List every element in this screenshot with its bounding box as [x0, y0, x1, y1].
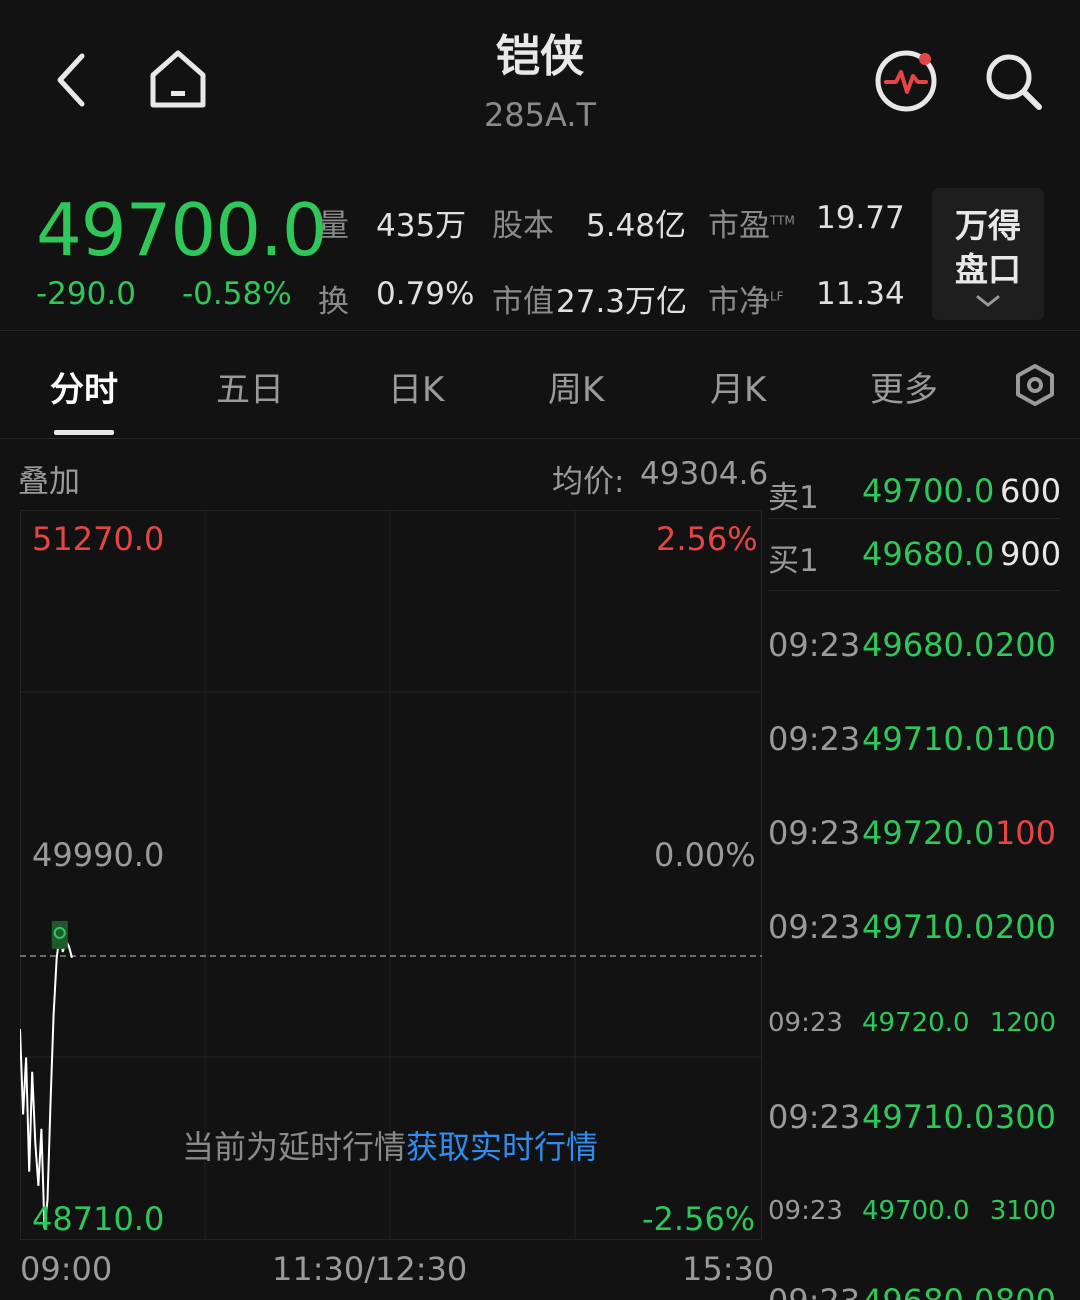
last-price: 49700.0	[36, 188, 328, 272]
tick-qty: 100	[994, 814, 1056, 852]
market-cap-label: 市值	[492, 284, 554, 320]
y-max-label: 51270.0	[32, 520, 165, 558]
tick-time: 09:23	[768, 1098, 861, 1136]
overlay-button[interactable]: 叠加	[18, 456, 80, 501]
pb-label: 市净LF	[708, 276, 784, 321]
tab-daily-k[interactable]: 日K	[388, 362, 444, 411]
delay-notice: 当前为延时行情获取实时行情	[20, 1122, 760, 1168]
order-book-ask-1: 卖1 49700.0 600	[768, 472, 1062, 522]
pb-value: 11.34	[816, 276, 905, 312]
chevron-down-icon	[976, 295, 1000, 307]
activity-pulse-icon	[875, 50, 937, 112]
avg-price-value: 49304.6	[640, 456, 769, 492]
turnover-value: 0.79%	[376, 276, 475, 312]
tick-time: 09:23	[768, 1282, 860, 1300]
tab-weekly-k[interactable]: 周K	[548, 362, 604, 411]
tick-qty: 3100	[989, 1196, 1056, 1226]
price-change-percent: -0.58%	[182, 276, 292, 312]
ticks-divider	[768, 590, 1060, 591]
tick-qty: 800	[995, 1282, 1056, 1300]
shares-label: 股本	[492, 208, 554, 244]
tick-price: 49720.0	[862, 1008, 970, 1038]
y-mid-pct-label: 0.00%	[654, 836, 756, 874]
avg-price-label: 均价:	[552, 464, 625, 500]
tick-price: 49710.0	[862, 720, 995, 758]
market-cap-value: 27.3万亿	[556, 284, 688, 320]
turnover-label: 换	[318, 284, 349, 320]
tick-price: 49710.0	[862, 908, 995, 946]
tick-price: 49700.0	[862, 1196, 970, 1226]
tick-time: 09:23	[768, 626, 861, 664]
y-min-label: 48710.0	[32, 1200, 165, 1238]
quote-divider	[0, 330, 1080, 331]
search-icon	[986, 54, 1042, 110]
wind-button-line1: 万得	[955, 206, 1021, 245]
search-button[interactable]	[976, 44, 1052, 120]
shares-value: 5.48亿	[586, 208, 687, 244]
y-min-pct-label: -2.56%	[642, 1200, 756, 1238]
wind-button-line2: 盘口	[955, 250, 1021, 289]
tick-price: 49710.0	[862, 1098, 995, 1136]
tick-price: 49720.0	[862, 814, 995, 852]
pe-sup: TTM	[770, 213, 795, 228]
y-mid-label: 49990.0	[32, 836, 165, 874]
pb-sup: LF	[770, 289, 784, 304]
stock-detail-page: 铠侠 285A.T 49700.0 -290.0 -0.58% 量 435万 股…	[0, 0, 1080, 1300]
x-mid-label: 11:30/12:30	[272, 1250, 468, 1288]
order-book-divider	[768, 518, 1060, 519]
tick-time: 09:23	[768, 908, 861, 946]
tick-time: 09:23	[768, 1008, 843, 1038]
tick-time: 09:23	[768, 814, 861, 852]
tick-qty: 300	[994, 1098, 1056, 1136]
tick-time: 09:23	[768, 1196, 843, 1226]
activity-button[interactable]	[870, 44, 942, 116]
tab-monthly-k[interactable]: 月K	[710, 362, 766, 411]
tab-intraday[interactable]: 分时	[50, 362, 118, 411]
tick-qty: 200	[994, 908, 1056, 946]
bid-price: 49680.0	[862, 535, 995, 573]
tick-price: 49680.0	[862, 626, 995, 664]
tabs-divider	[0, 438, 1080, 439]
price-series	[20, 920, 73, 1229]
y-max-pct-label: 2.56%	[656, 520, 758, 558]
tab-more[interactable]: 更多	[870, 362, 938, 411]
volume-value: 435万	[376, 208, 467, 244]
tick-time: 09:23	[768, 720, 861, 758]
volume-label: 量	[318, 208, 349, 244]
x-start-label: 09:00	[20, 1250, 113, 1288]
pb-label-text: 市净	[708, 284, 770, 320]
tab-five-day[interactable]: 五日	[216, 362, 284, 411]
bid-qty: 900	[1000, 535, 1062, 573]
settings-hexagon-icon	[1016, 364, 1054, 406]
pe-label-text: 市盈	[708, 208, 770, 244]
pe-label: 市盈TTM	[708, 200, 795, 245]
ask-price: 49700.0	[862, 472, 995, 510]
tick-qty: 100	[994, 720, 1056, 758]
ask-qty: 600	[1000, 472, 1062, 510]
wind-orderbook-button[interactable]: 万得 盘口	[932, 188, 1044, 320]
price-change: -290.0	[36, 276, 136, 312]
active-tab-indicator	[54, 430, 114, 435]
pe-value: 19.77	[816, 200, 905, 236]
tick-qty: 1200	[989, 1008, 1056, 1038]
realtime-quote-link[interactable]: 获取实时行情	[406, 1128, 598, 1166]
order-book-bid-1: 买1 49680.0 900	[768, 535, 1062, 585]
price-line	[20, 934, 73, 1229]
bid-side-label: 买1	[768, 543, 819, 579]
x-end-label: 15:30	[682, 1250, 775, 1288]
ask-side-label: 卖1	[768, 480, 819, 516]
tick-qty: 200	[994, 626, 1056, 664]
delay-notice-text: 当前为延时行情	[181, 1128, 406, 1166]
chart-settings-button[interactable]	[1010, 360, 1060, 410]
tick-price: 49680.0	[862, 1282, 994, 1300]
